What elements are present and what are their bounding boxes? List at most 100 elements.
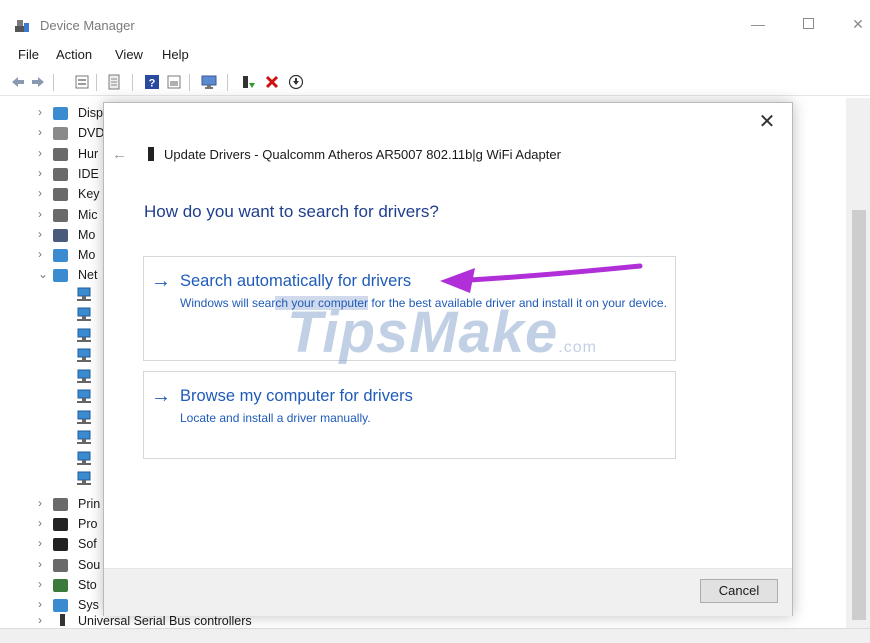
tree-item-label: Sou <box>78 557 101 572</box>
software-device-icon <box>53 538 68 552</box>
network-adapter-icon[interactable] <box>76 451 94 467</box>
minimize-button[interactable]: — <box>748 14 768 34</box>
chevron-right-icon[interactable]: › <box>38 125 42 139</box>
network-adapters-icon <box>53 269 68 283</box>
cancel-button[interactable]: Cancel <box>700 579 778 603</box>
title-bar: Device Manager — ✕ <box>0 0 870 44</box>
tree-item-label: Prin <box>78 496 101 511</box>
network-adapter-icon[interactable] <box>76 328 94 344</box>
chevron-right-icon[interactable]: › <box>38 207 42 221</box>
chevron-right-icon[interactable]: › <box>38 597 42 611</box>
monitor-icon <box>53 228 68 242</box>
tree-item-label: Mo <box>78 248 96 263</box>
dialog-title: Update Drivers - Qualcomm Atheros AR5007… <box>164 147 561 162</box>
tree-item-label: DVD <box>78 126 105 141</box>
processor-icon <box>53 518 68 531</box>
update-drivers-dialog: ✕ ← Update Drivers - Qualcomm Atheros AR… <box>103 102 793 616</box>
back-arrow-icon[interactable]: ← <box>112 146 127 163</box>
network-device-icon <box>148 147 154 161</box>
menu-help[interactable]: Help <box>162 47 189 62</box>
tree-item-label: Mic <box>78 207 98 222</box>
chevron-right-icon[interactable]: › <box>38 247 42 261</box>
tree-item-label: Sof <box>78 537 97 552</box>
tree-item-label: Net <box>78 268 98 283</box>
chevron-right-icon[interactable]: › <box>38 577 42 591</box>
uninstall-icon[interactable] <box>264 74 280 90</box>
arrow-right-icon: → <box>151 270 171 292</box>
dvd-drive-icon <box>53 127 68 141</box>
toolbar-separator <box>227 74 228 91</box>
device-list-icon[interactable] <box>106 74 122 90</box>
menu-view[interactable]: View <box>115 47 143 62</box>
network-adapter-icon[interactable] <box>76 287 94 303</box>
network-adapter-icon[interactable] <box>76 410 94 426</box>
chevron-down-icon[interactable]: ⌄ <box>38 267 48 281</box>
device-manager-icon <box>15 20 29 32</box>
network-adapter-icon[interactable] <box>76 430 94 446</box>
menu-bar: File Action View Help <box>0 44 870 66</box>
device-tree: › Disp › DVD › Hur › IDE › Key › Mic › Mo › Mo ⌄ Net › Prin… <box>0 98 120 643</box>
network-adapter-icon[interactable] <box>76 471 94 487</box>
hid-icon <box>53 147 68 161</box>
scan-hardware-icon[interactable] <box>201 74 217 90</box>
toolbar-separator <box>53 74 54 91</box>
sound-icon <box>53 558 68 572</box>
chevron-right-icon[interactable]: › <box>38 557 42 571</box>
chevron-right-icon[interactable]: › <box>38 496 42 510</box>
tree-item-label: Mo <box>78 227 96 242</box>
chevron-right-icon[interactable]: › <box>38 227 42 241</box>
help-icon[interactable]: ? <box>144 74 160 90</box>
arrow-right-icon: → <box>151 385 171 407</box>
tree-item-label: Sto <box>78 577 97 592</box>
tree-item-label: Universal Serial Bus controllers <box>78 614 252 628</box>
option-title: Search automatically for drivers <box>180 272 412 290</box>
network-adapter-icon[interactable] <box>76 307 94 323</box>
watermark: TipsMake.com <box>287 299 597 366</box>
tree-item-label: Sys <box>78 598 99 613</box>
tree-item-label: IDE <box>78 166 99 181</box>
browse-computer-option[interactable]: → Browse my computer for drivers Locate … <box>143 371 676 459</box>
chevron-right-icon[interactable]: › <box>38 536 42 550</box>
maximize-button[interactable] <box>798 14 818 34</box>
forward-icon[interactable] <box>30 74 46 90</box>
back-icon[interactable] <box>10 74 26 90</box>
display-adapters-icon <box>53 107 68 120</box>
dialog-question: How do you want to search for drivers? <box>144 202 439 221</box>
svg-text:?: ? <box>149 78 156 90</box>
menu-file[interactable]: File <box>18 47 39 62</box>
details-icon[interactable] <box>166 74 182 90</box>
chevron-right-icon[interactable]: › <box>38 613 42 627</box>
network-adapter-icon[interactable] <box>76 369 94 385</box>
scrollbar-thumb[interactable] <box>852 210 866 620</box>
vertical-scrollbar[interactable] <box>846 98 870 643</box>
window-title: Device Manager <box>40 18 135 33</box>
tree-item-label: Hur <box>78 146 99 161</box>
option-title: Browse my computer for drivers <box>180 387 413 405</box>
chevron-right-icon[interactable]: › <box>38 105 42 119</box>
keyboard-icon <box>53 188 68 202</box>
close-window-button[interactable]: ✕ <box>848 14 868 34</box>
network-adapter-icon[interactable] <box>76 389 94 405</box>
dialog-close-button[interactable]: ✕ <box>756 111 778 133</box>
tree-item-label: Pro <box>78 517 98 531</box>
disable-icon[interactable] <box>288 74 304 90</box>
modem-icon <box>53 249 68 263</box>
toolbar-separator <box>96 74 97 91</box>
menu-action[interactable]: Action <box>56 47 92 62</box>
chevron-right-icon[interactable]: › <box>38 186 42 200</box>
chevron-right-icon[interactable]: › <box>38 146 42 160</box>
maximize-icon <box>802 18 814 29</box>
properties-icon[interactable] <box>74 74 90 90</box>
toolbar-separator <box>132 74 133 91</box>
usb-icon <box>60 614 65 626</box>
dialog-footer <box>104 568 792 616</box>
update-driver-icon[interactable] <box>240 74 256 90</box>
network-adapter-icon[interactable] <box>76 348 94 364</box>
chevron-right-icon[interactable]: › <box>38 516 42 530</box>
storage-icon <box>53 578 68 592</box>
ide-controller-icon <box>53 167 68 181</box>
description-text: Windows will sear <box>180 296 276 310</box>
chevron-right-icon[interactable]: › <box>38 166 42 180</box>
tree-item-label: Key <box>78 187 100 202</box>
tree-item-label: Disp <box>78 106 104 120</box>
